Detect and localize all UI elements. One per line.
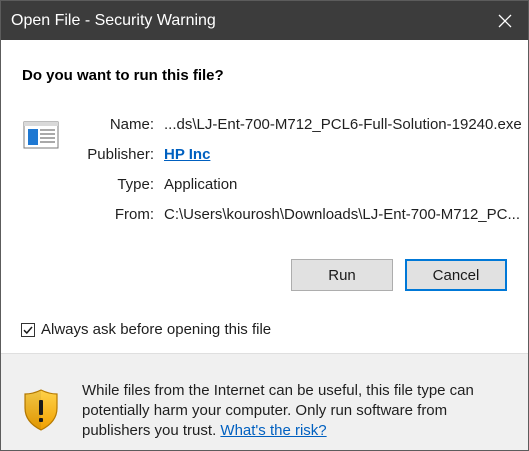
name-value: ...ds\LJ-Ent-700-M712_PCL6-Full-Solution…: [164, 116, 522, 133]
close-icon: [498, 14, 512, 27]
whats-the-risk-link[interactable]: What's the risk?: [220, 422, 326, 439]
warning-message: While files from the Internet can be use…: [82, 381, 512, 441]
type-label: Type:: [117, 176, 154, 193]
executable-file-icon: [23, 121, 59, 149]
title-bar: Open File - Security Warning: [1, 1, 528, 40]
checkmark-icon: [23, 326, 33, 334]
from-value: C:\Users\kourosh\Downloads\LJ-Ent-700-M7…: [164, 206, 520, 223]
always-ask-checkbox[interactable]: [21, 322, 35, 337]
warning-shield-icon: [24, 389, 58, 431]
security-warning-dialog: Open File - Security Warning Do you want…: [0, 0, 529, 451]
always-ask-option: Always ask before opening this file: [21, 321, 271, 338]
window-title: Open File - Security Warning: [11, 11, 216, 29]
from-label: From:: [114, 206, 154, 223]
cancel-button[interactable]: Cancel: [405, 259, 507, 291]
publisher-link[interactable]: HP Inc: [164, 146, 210, 163]
publisher-label: Publisher:: [87, 146, 154, 163]
close-button[interactable]: [482, 1, 528, 40]
type-value: Application: [164, 176, 238, 193]
name-label: Name:: [109, 116, 154, 133]
dialog-question: Do you want to run this file?: [22, 67, 224, 84]
always-ask-label[interactable]: Always ask before opening this file: [41, 321, 271, 338]
run-button[interactable]: Run: [291, 259, 393, 291]
